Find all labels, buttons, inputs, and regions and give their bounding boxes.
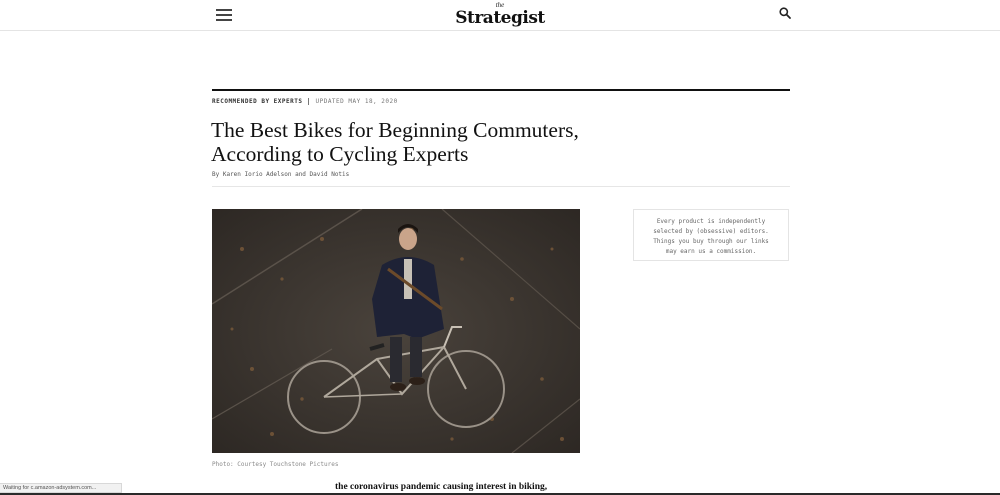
headline-line-1: The Best Bikes for Beginning Commuters, — [211, 118, 579, 142]
disclosure-line-1: Every product is independently — [656, 218, 766, 225]
search-icon[interactable] — [778, 6, 792, 20]
browser-status-bar: Waiting for c.amazon-adsystem.com... — [0, 483, 122, 493]
affiliate-disclosure: Every product is independently selected … — [633, 209, 789, 261]
image-caption: Photo: Courtesy Touchstone Pictures — [212, 461, 339, 468]
byline-divider — [212, 186, 790, 187]
header-top-rule — [212, 89, 790, 91]
article-body-text: the coronavirus pandemic causing interes… — [335, 482, 548, 492]
top-nav-bar: the Strategist — [0, 0, 1000, 31]
disclosure-line-3: Things you buy through our links — [653, 238, 769, 245]
logo-wordmark: Strategist — [455, 8, 545, 28]
article-headline: The Best Bikes for Beginning Commuters, … — [211, 118, 731, 166]
article-byline[interactable]: By Karen Iorio Adelson and David Notis — [212, 171, 349, 178]
article-eyebrow: RECOMMENDED BY EXPERTS UPDATED MAY 18, 20… — [212, 98, 398, 108]
hero-image — [212, 209, 580, 453]
article-date: UPDATED MAY 18, 2020 — [315, 98, 398, 105]
headline-line-2: According to Cycling Experts — [211, 142, 469, 166]
article-tag[interactable]: RECOMMENDED BY EXPERTS — [212, 98, 302, 105]
disclosure-line-2: selected by (obsessive) editors. — [653, 228, 769, 235]
site-logo[interactable]: the Strategist — [0, 2, 1000, 28]
eyebrow-divider — [308, 98, 310, 105]
disclosure-line-4: may earn us a commission. — [665, 248, 757, 255]
